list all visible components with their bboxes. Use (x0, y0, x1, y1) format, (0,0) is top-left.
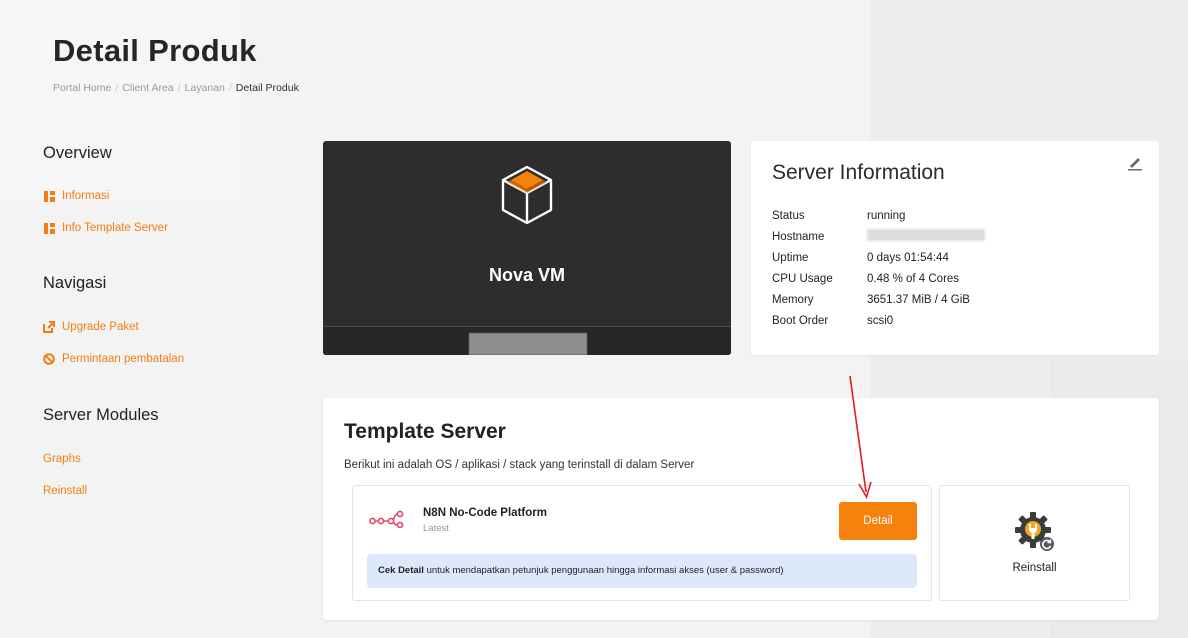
info-value-boot-order: scsi0 (867, 314, 894, 327)
cube-icon (501, 165, 553, 225)
info-value-cpu-usage: 0.48 % of 4 Cores (867, 272, 960, 285)
sidebar-item-label: Reinstall (43, 485, 88, 497)
sidebar-item-label: Informasi (62, 190, 110, 202)
breadcrumb-portal-home[interactable]: Portal Home (53, 82, 111, 94)
breadcrumb: Portal Home / Client Area / Layanan / Detail P… (53, 82, 299, 94)
info-value-uptime: 0 days 01:54:44 (867, 251, 949, 264)
breadcrumb-client-area[interactable]: Client Area (122, 82, 173, 94)
info-row-status: Status running (772, 205, 985, 226)
sidebar-heading-server-modules: Server Modules (43, 406, 159, 424)
ban-icon (43, 353, 55, 365)
sidebar-heading-overview: Overview (43, 144, 112, 162)
vm-card: Nova VM (323, 141, 731, 355)
info-value-memory: 3651.37 MiB / 4 GiB (867, 293, 970, 306)
n8n-logo-icon (369, 510, 404, 528)
sidebar-item-label: Upgrade Paket (62, 321, 139, 333)
info-label: Status (772, 209, 805, 222)
sidebar-item-label: Info Template Server (62, 222, 168, 234)
breadcrumb-current: Detail Produk (235, 82, 299, 94)
divider (323, 326, 731, 327)
vm-name: Nova VM (488, 265, 566, 285)
external-link-icon (43, 321, 55, 333)
sidebar-item-reinstall[interactable]: Reinstall (43, 481, 87, 501)
info-note: Cek Detail untuk mendapatkan petunjuk pe… (367, 554, 917, 588)
note-bold-text: Cek Detail (378, 565, 424, 576)
vm-ip-redacted (469, 333, 587, 355)
info-value-hostname-redacted (867, 229, 985, 244)
info-label: CPU Usage (772, 272, 833, 285)
info-row-cpu-usage: CPU Usage 0.48 % of 4 Cores (772, 268, 985, 289)
reinstall-button[interactable]: Reinstall (939, 485, 1130, 601)
server-information-card: Server Information Status running Hostna… (751, 141, 1159, 355)
template-server-description: Berikut ini adalah OS / aplikasi / stack… (344, 459, 695, 471)
server-info-table: Status running Hostname Uptime 0 days 01… (772, 205, 985, 331)
info-row-uptime: Uptime 0 days 01:54:44 (772, 247, 985, 268)
app-version: Latest (423, 523, 449, 534)
info-row-hostname: Hostname (772, 226, 985, 247)
sidebar-item-label: Permintaan pembatalan (62, 353, 185, 365)
background-shape (0, 0, 240, 200)
info-label: Uptime (772, 251, 809, 264)
sidebar-item-informasi[interactable]: Informasi (43, 186, 109, 206)
template-server-title: Template Server (344, 420, 506, 443)
sidebar-heading-navigasi: Navigasi (43, 274, 107, 292)
info-value-status: running (867, 209, 906, 222)
note-text: untuk mendapatkan petunjuk penggunaan hi… (423, 565, 784, 576)
edit-icon[interactable] (1127, 155, 1143, 171)
template-server-card: Template Server Berikut ini adalah OS / … (323, 398, 1159, 620)
sidebar-item-graphs[interactable]: Graphs (43, 449, 81, 469)
detail-button[interactable]: Detail (839, 502, 917, 540)
page-title: Detail Produk (53, 33, 257, 68)
installed-app-box: N8N No-Code Platform Latest Detail Cek D… (352, 485, 932, 601)
gear-wrench-icon (1015, 512, 1054, 551)
info-row-boot-order: Boot Order scsi0 (772, 310, 985, 331)
info-label: Hostname (772, 230, 825, 243)
server-information-title: Server Information (772, 161, 945, 184)
reinstall-label: Reinstall (1012, 562, 1057, 574)
info-row-memory: Memory 3651.37 MiB / 4 GiB (772, 289, 985, 310)
sidebar-item-permintaan-pembatalan[interactable]: Permintaan pembatalan (43, 349, 184, 369)
info-label: Boot Order (772, 314, 829, 327)
sidebar-item-label: Graphs (43, 453, 81, 465)
info-label: Memory (772, 293, 814, 306)
sidebar-item-upgrade-paket[interactable]: Upgrade Paket (43, 317, 139, 337)
sidebar-item-info-template-server[interactable]: Info Template Server (43, 218, 168, 238)
grid-icon (43, 222, 55, 234)
grid-icon (43, 190, 55, 202)
breadcrumb-layanan[interactable]: Layanan (185, 82, 225, 94)
app-name: N8N No-Code Platform (423, 507, 547, 519)
